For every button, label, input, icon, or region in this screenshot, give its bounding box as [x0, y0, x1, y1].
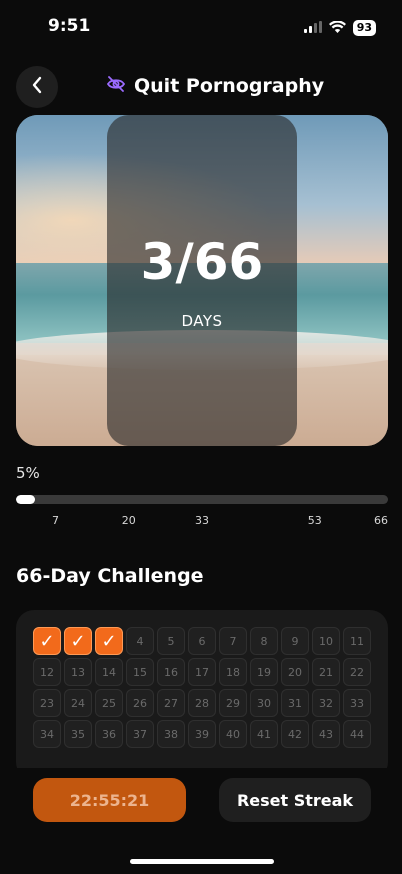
day-cell[interactable]: 29 — [219, 689, 247, 717]
milestone-label: 53 — [307, 514, 322, 527]
battery-icon: 93 — [352, 19, 376, 36]
streak-timer-button[interactable]: 22:55:21 — [33, 778, 186, 822]
day-cell[interactable]: 5 — [157, 627, 185, 655]
day-cell[interactable]: 32 — [312, 689, 340, 717]
chevron-left-icon — [31, 76, 43, 98]
day-cell[interactable]: 26 — [126, 689, 154, 717]
day-cell[interactable]: 30 — [250, 689, 278, 717]
challenge-title: 66-Day Challenge — [16, 565, 204, 587]
day-cell[interactable]: 6 — [188, 627, 216, 655]
day-cell[interactable]: 25 — [95, 689, 123, 717]
milestone-label: 66 — [374, 514, 388, 527]
progress-percent: 5% — [16, 464, 40, 482]
day-cell[interactable]: 40 — [219, 720, 247, 748]
streak-count: 3/66 — [140, 233, 264, 291]
day-cell[interactable]: 7 — [219, 627, 247, 655]
day-cell[interactable]: 44 — [343, 720, 371, 748]
day-cell[interactable]: 18 — [219, 658, 247, 686]
status-bar: 9:51 93 — [0, 0, 402, 54]
milestone-label: 33 — [195, 514, 209, 527]
streak-unit-label: DAYS — [181, 312, 223, 330]
day-cell-completed[interactable]: ✓ — [95, 627, 123, 655]
day-cell[interactable]: 11 — [343, 627, 371, 655]
day-cell-completed[interactable]: ✓ — [33, 627, 61, 655]
day-cell[interactable]: 17 — [188, 658, 216, 686]
day-cell[interactable]: 41 — [250, 720, 278, 748]
day-cell[interactable]: 35 — [64, 720, 92, 748]
page-title-text: Quit Pornography — [134, 75, 325, 97]
signal-icon — [303, 18, 322, 37]
challenge-grid-card[interactable]: ✓ ✓ ✓ 4 5 6 7 8 9 10 11 12 13 14 15 16 17 18 19 20 21 22 23 24 2… — [16, 610, 388, 780]
day-cell[interactable]: 15 — [126, 658, 154, 686]
day-cell[interactable]: 27 — [157, 689, 185, 717]
day-cell[interactable]: 23 — [33, 689, 61, 717]
status-icons: 93 — [303, 18, 376, 37]
day-cell[interactable]: 8 — [250, 627, 278, 655]
milestone-label: 7 — [51, 514, 59, 527]
day-cell-completed[interactable]: ✓ — [64, 627, 92, 655]
day-cell[interactable]: 9 — [281, 627, 309, 655]
status-time: 9:51 — [48, 16, 91, 36]
day-cell[interactable]: 33 — [343, 689, 371, 717]
day-cell[interactable]: 12 — [33, 658, 61, 686]
day-cell[interactable]: 42 — [281, 720, 309, 748]
day-cell[interactable]: 31 — [281, 689, 309, 717]
streak-hero-card: 3/66 DAYS — [16, 115, 388, 446]
day-cell[interactable]: 10 — [312, 627, 340, 655]
back-button[interactable] — [16, 66, 58, 108]
day-cell[interactable]: 34 — [33, 720, 61, 748]
page-title: Quit Pornography — [106, 74, 324, 98]
progress-bar-fill — [16, 495, 35, 504]
day-cell[interactable]: 13 — [64, 658, 92, 686]
day-cell[interactable]: 4 — [126, 627, 154, 655]
challenge-day-grid: ✓ ✓ ✓ 4 5 6 7 8 9 10 11 12 13 14 15 16 17 18 19 20 21 22 23 24 2… — [33, 627, 371, 748]
day-cell[interactable]: 43 — [312, 720, 340, 748]
day-cell[interactable]: 19 — [250, 658, 278, 686]
day-cell[interactable]: 36 — [95, 720, 123, 748]
reset-streak-button[interactable]: Reset Streak — [219, 778, 371, 822]
day-cell[interactable]: 16 — [157, 658, 185, 686]
milestone-labels: 7 20 33 53 66 — [16, 514, 388, 530]
day-cell[interactable]: 37 — [126, 720, 154, 748]
day-cell[interactable]: 39 — [188, 720, 216, 748]
day-cell[interactable]: 38 — [157, 720, 185, 748]
day-cell[interactable]: 14 — [95, 658, 123, 686]
day-cell[interactable]: 20 — [281, 658, 309, 686]
milestone-label: 20 — [121, 514, 136, 527]
day-cell[interactable]: 21 — [312, 658, 340, 686]
day-cell[interactable]: 22 — [343, 658, 371, 686]
wifi-icon — [328, 18, 346, 37]
day-cell[interactable]: 24 — [64, 689, 92, 717]
day-cell[interactable]: 28 — [188, 689, 216, 717]
eye-off-icon — [106, 74, 126, 98]
progress-bar — [16, 495, 388, 504]
home-indicator — [130, 859, 274, 864]
